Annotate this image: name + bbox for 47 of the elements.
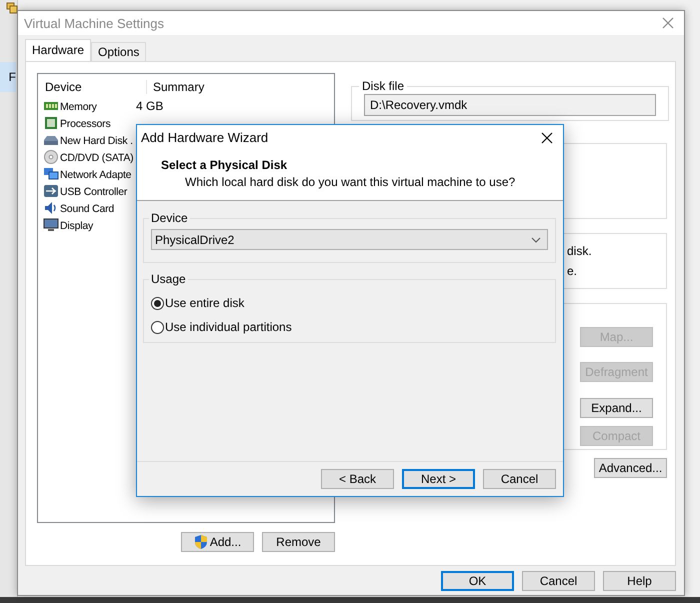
radio-button[interactable]	[151, 320, 164, 334]
radio-button[interactable]	[151, 296, 164, 310]
dialog-title: Add Hardware Wizard	[141, 130, 268, 145]
menu-letter: F	[8, 70, 16, 84]
wizard-subheading: Which local hard disk do you want this virtual machine to use?	[184, 175, 516, 189]
device-name[interactable]: New Hard Disk .	[60, 134, 133, 146]
chip-icon	[43, 116, 59, 130]
device-name[interactable]: Memory	[60, 100, 97, 112]
remove-button[interactable]: Remove	[262, 532, 335, 552]
radio-option[interactable]: Use individual partitions	[151, 319, 292, 335]
app-icon	[6, 2, 18, 14]
info-text: disk.	[567, 244, 593, 258]
advanced-button[interactable]: Advanced...	[594, 458, 667, 478]
wizard-heading: Select a Physical Disk	[161, 158, 288, 172]
device-name[interactable]: CD/DVD (SATA)	[60, 152, 134, 164]
window-title: Virtual Machine Settings	[24, 16, 164, 30]
add-button[interactable]: Add...	[181, 532, 254, 552]
device-summary: 4 GB	[136, 98, 164, 112]
radio-option[interactable]: Use entire disk	[151, 295, 244, 311]
wizard-button[interactable]: Next >	[402, 469, 475, 489]
device-name[interactable]: USB Controller	[60, 186, 128, 198]
info-text: e.	[567, 264, 578, 278]
monitor-icon	[43, 218, 59, 232]
group-label: Usage	[150, 272, 187, 286]
device-name[interactable]: Display	[60, 220, 94, 232]
device-name[interactable]: Sound Card	[60, 202, 114, 214]
group-label: Device	[150, 211, 189, 225]
utility-button[interactable]: Expand...	[580, 398, 653, 418]
dialog-button[interactable]: OK	[441, 571, 514, 591]
close-icon[interactable]	[541, 132, 553, 144]
tab[interactable]: Hardware	[25, 39, 92, 61]
network-icon	[43, 166, 59, 180]
dialog-button[interactable]: Help	[603, 571, 676, 591]
group-label: Disk file	[361, 79, 406, 93]
disc-icon	[43, 150, 59, 164]
tab[interactable]: Options	[91, 42, 146, 61]
dialog-button[interactable]: Cancel	[522, 571, 595, 591]
file-path-field[interactable]: D:\Recovery.vmdk	[364, 94, 656, 116]
shield-icon	[194, 534, 208, 550]
chevron-down-icon	[531, 236, 541, 242]
device-dropdown[interactable]: PhysicalDrive2	[151, 229, 548, 250]
device-name[interactable]: Network Adapte	[60, 168, 132, 180]
wizard-button[interactable]: < Back	[321, 469, 394, 489]
device-name[interactable]: Processors	[60, 118, 111, 130]
column-header: Device	[43, 80, 147, 94]
column-header: Summary	[153, 80, 204, 94]
wizard-button[interactable]: Cancel	[483, 469, 556, 489]
